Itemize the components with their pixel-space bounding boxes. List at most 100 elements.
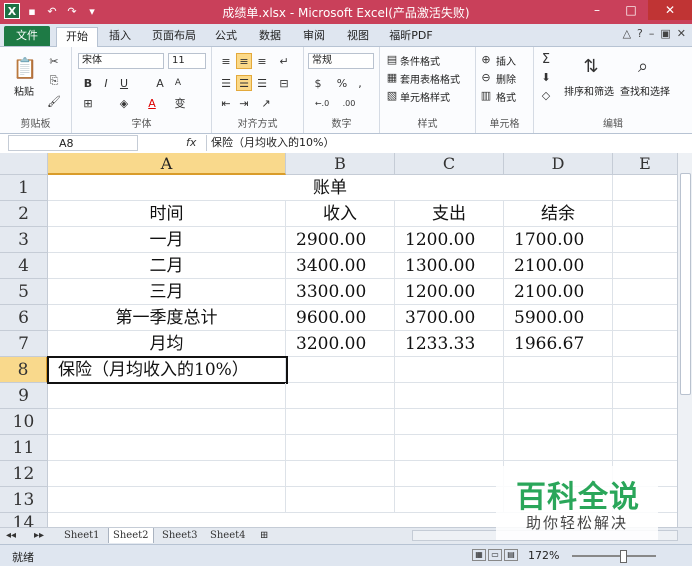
ribbon-collapse-icon[interactable]: △	[623, 27, 631, 40]
cell-style-button[interactable]: 单元格样式	[400, 89, 450, 104]
tab-home[interactable]: 开始	[56, 27, 98, 47]
cell-b3[interactable]: 2900.00	[286, 227, 395, 253]
cell-b8[interactable]	[286, 357, 395, 383]
sheet-tab-sheet1[interactable]: Sheet1	[60, 528, 104, 543]
cut-icon[interactable]: ✂	[46, 53, 62, 69]
cell-c5[interactable]: 1200.00	[395, 279, 504, 305]
cell-e8[interactable]	[613, 357, 678, 383]
table-format-icon[interactable]: ▦	[384, 69, 400, 85]
increase-indent-icon[interactable]: ⇥	[236, 95, 252, 111]
cell-a11[interactable]	[48, 435, 286, 461]
shrink-font-button[interactable]: A	[170, 75, 186, 91]
sheet-tab-sheet3[interactable]: Sheet3	[158, 528, 202, 543]
row-header-2[interactable]: 2	[0, 201, 48, 227]
cell-a9[interactable]	[48, 383, 286, 409]
cell-e11[interactable]	[613, 435, 678, 461]
row-header-11[interactable]: 11	[0, 435, 48, 461]
delete-cells-button[interactable]: 删除	[496, 71, 516, 86]
select-all-button[interactable]	[0, 153, 48, 175]
cell-d8[interactable]	[504, 357, 613, 383]
sheet-tab-sheet2[interactable]: Sheet2	[108, 528, 154, 543]
cell-a7[interactable]: 月均	[48, 331, 286, 357]
zoom-slider-thumb[interactable]	[620, 550, 627, 563]
autosum-button[interactable]: Σ	[538, 51, 554, 67]
cell-b11[interactable]	[286, 435, 395, 461]
cell-c10[interactable]	[395, 409, 504, 435]
cell-a5[interactable]: 三月	[48, 279, 286, 305]
tab-foxit-pdf[interactable]: 福昕PDF	[384, 27, 438, 45]
format-cells-button[interactable]: 格式	[496, 89, 516, 104]
row-header-4[interactable]: 4	[0, 253, 48, 279]
cell-c8[interactable]	[395, 357, 504, 383]
cell-b6[interactable]: 9600.00	[286, 305, 395, 331]
row-header-13[interactable]: 13	[0, 487, 48, 513]
cell-d5[interactable]: 2100.00	[504, 279, 613, 305]
zoom-level[interactable]: 172%	[528, 549, 559, 562]
row-header-5[interactable]: 5	[0, 279, 48, 305]
row-header-12[interactable]: 12	[0, 461, 48, 487]
phonetic-button[interactable]: 变	[172, 95, 188, 111]
tab-file[interactable]: 文件	[4, 26, 50, 46]
font-name-select[interactable]: 宋体	[78, 53, 164, 69]
tab-review[interactable]: 审阅	[296, 27, 332, 45]
cell-a2[interactable]: 时间	[48, 201, 286, 227]
increase-decimal-button[interactable]: ←.0	[310, 95, 334, 111]
cell-d4[interactable]: 2100.00	[504, 253, 613, 279]
cell-a12[interactable]	[48, 461, 286, 487]
align-center-icon[interactable]: ☰	[236, 75, 252, 91]
column-header-c[interactable]: C	[395, 153, 504, 175]
fill-color-icon[interactable]: ◈	[116, 95, 132, 111]
help-icon[interactable]: ?	[637, 27, 643, 40]
cell-style-icon[interactable]: ▧	[384, 87, 400, 103]
align-left-icon[interactable]: ☰	[218, 75, 234, 91]
cell-b10[interactable]	[286, 409, 395, 435]
orientation-icon[interactable]: ↗	[258, 95, 274, 111]
cell-e9[interactable]	[613, 383, 678, 409]
decrease-decimal-button[interactable]: .00	[338, 95, 360, 111]
tab-page-layout[interactable]: 页面布局	[146, 27, 202, 45]
bold-button[interactable]: B	[80, 75, 96, 91]
cell-c3[interactable]: 1200.00	[395, 227, 504, 253]
row-header-7[interactable]: 7	[0, 331, 48, 357]
merge-center-icon[interactable]: ⊟	[276, 75, 292, 91]
doc-close-icon[interactable]: ✕	[677, 27, 686, 40]
name-box[interactable]: A8	[8, 135, 138, 151]
align-top-icon[interactable]: ≡	[218, 53, 234, 69]
conditional-format-button[interactable]: 条件格式	[400, 53, 440, 68]
align-middle-icon[interactable]: ≡	[236, 53, 252, 69]
vertical-scrollbar[interactable]	[677, 153, 692, 527]
row-header-10[interactable]: 10	[0, 409, 48, 435]
cell-d9[interactable]	[504, 383, 613, 409]
cell-d3[interactable]: 1700.00	[504, 227, 613, 253]
cell-b12[interactable]	[286, 461, 395, 487]
cell-e2[interactable]	[613, 201, 678, 227]
number-format-select[interactable]: 常规	[308, 53, 374, 69]
cell-c9[interactable]	[395, 383, 504, 409]
column-header-b[interactable]: B	[286, 153, 395, 175]
cell-a6[interactable]: 第一季度总计	[48, 305, 286, 331]
zoom-slider[interactable]	[572, 555, 656, 557]
font-size-select[interactable]: 11	[168, 53, 206, 69]
comma-button[interactable]: ,	[352, 75, 368, 91]
row-header-6[interactable]: 6	[0, 305, 48, 331]
cell-b2[interactable]: 收入	[286, 201, 395, 227]
cell-c4[interactable]: 1300.00	[395, 253, 504, 279]
cell-e5[interactable]	[613, 279, 678, 305]
decrease-indent-icon[interactable]: ⇤	[218, 95, 234, 111]
minimize-icon[interactable]: –	[580, 0, 614, 20]
wrap-text-icon[interactable]: ↵	[276, 53, 292, 69]
vertical-scroll-thumb[interactable]	[680, 173, 691, 395]
insert-sheet-icon[interactable]: ⊞	[256, 528, 272, 543]
cell-e7[interactable]	[613, 331, 678, 357]
sort-filter-button[interactable]: 排序和筛选	[564, 83, 614, 98]
grow-font-button[interactable]: A	[152, 75, 168, 91]
column-header-a[interactable]: A	[48, 153, 286, 175]
paste-icon[interactable]: 📋	[12, 53, 38, 83]
cell-d6[interactable]: 5900.00	[504, 305, 613, 331]
italic-button[interactable]: I	[98, 75, 114, 91]
sheet-tab-sheet4[interactable]: Sheet4	[206, 528, 250, 543]
tab-insert[interactable]: 插入	[102, 27, 138, 45]
cell-d7[interactable]: 1966.67	[504, 331, 613, 357]
cell-b13[interactable]	[286, 487, 395, 513]
insert-cells-button[interactable]: 插入	[496, 53, 516, 68]
